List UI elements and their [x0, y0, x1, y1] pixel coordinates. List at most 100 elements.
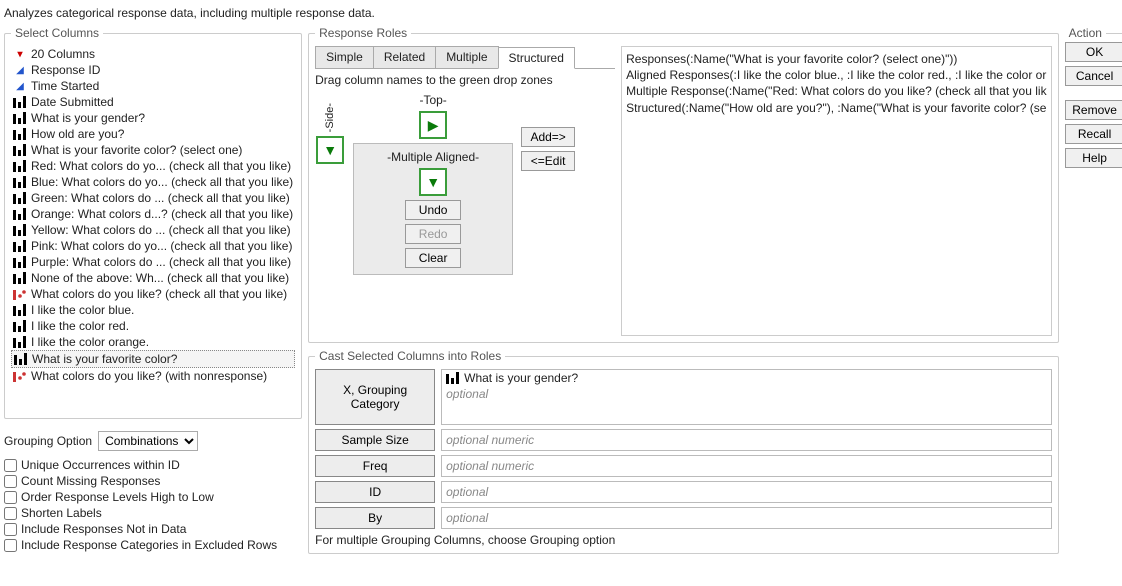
role-placeholder: optional: [446, 511, 488, 525]
undo-button[interactable]: Undo: [405, 200, 461, 220]
option-checkbox[interactable]: [4, 491, 17, 504]
column-item[interactable]: What is your favorite color? (select one…: [11, 142, 295, 158]
multi-response-icon: [13, 370, 27, 382]
action-legend: Action: [1065, 26, 1106, 40]
option-checkbox[interactable]: [4, 475, 17, 488]
option-checkbox-row[interactable]: Count Missing Responses: [4, 473, 302, 489]
option-checkbox-row[interactable]: Include Responses Not in Data: [4, 521, 302, 537]
drop-zone-top[interactable]: ▶: [419, 111, 447, 139]
option-checkbox-row[interactable]: Unique Occurrences within ID: [4, 457, 302, 473]
column-item-label: What colors do you like? (with nonrespon…: [31, 369, 267, 383]
column-item[interactable]: Yellow: What colors do ... (check all th…: [11, 222, 295, 238]
redo-button[interactable]: Redo: [405, 224, 461, 244]
cast-roles-hint: For multiple Grouping Columns, choose Gr…: [315, 533, 1051, 547]
column-item-label: Green: What colors do ... (check all tha…: [31, 191, 290, 205]
help-button[interactable]: Help: [1065, 148, 1122, 168]
tab-multiple[interactable]: Multiple: [435, 46, 498, 68]
grouping-option-select[interactable]: Combinations: [98, 431, 198, 451]
column-item[interactable]: ◢Time Started: [11, 78, 295, 94]
column-item[interactable]: I like the color red.: [11, 318, 295, 334]
column-item[interactable]: Orange: What colors d...? (check all tha…: [11, 206, 295, 222]
drop-zone-side[interactable]: ▼: [316, 136, 344, 164]
column-item[interactable]: Date Submitted: [11, 94, 295, 110]
column-count-row[interactable]: ▾ 20 Columns: [11, 46, 295, 62]
script-line: Multiple Response(:Name("Red: What color…: [626, 83, 1046, 99]
edit-button[interactable]: <=Edit: [521, 151, 575, 171]
x-grouping-box[interactable]: What is your gender? optional: [441, 369, 1051, 425]
role-placeholder: optional: [446, 485, 488, 499]
histogram-icon: [14, 353, 28, 365]
histogram-icon: [13, 176, 27, 188]
option-checkbox-row[interactable]: Include Response Categories in Excluded …: [4, 537, 302, 553]
column-list[interactable]: ◢Response ID◢Time StartedDate SubmittedW…: [11, 62, 295, 412]
column-item[interactable]: What colors do you like? (with nonrespon…: [11, 368, 295, 384]
role-box-sample-size[interactable]: optional numeric: [441, 429, 1051, 451]
role-box-freq[interactable]: optional numeric: [441, 455, 1051, 477]
column-item[interactable]: I like the color blue.: [11, 302, 295, 318]
role-button-freq[interactable]: Freq: [315, 455, 435, 477]
histogram-icon: [13, 320, 27, 332]
tab-related[interactable]: Related: [373, 46, 436, 68]
x-grouping-value: What is your gender?: [464, 371, 578, 385]
clear-button[interactable]: Clear: [405, 248, 461, 268]
response-roles-legend: Response Roles: [315, 26, 411, 40]
recall-button[interactable]: Recall: [1065, 124, 1122, 144]
histogram-icon: [13, 224, 27, 236]
column-item[interactable]: Red: What colors do yo... (check all tha…: [11, 158, 295, 174]
script-preview[interactable]: Responses(:Name("What is your favorite c…: [621, 46, 1051, 336]
x-grouping-placeholder: optional: [446, 387, 488, 401]
histogram-icon: [13, 272, 27, 284]
tab-simple[interactable]: Simple: [315, 46, 374, 68]
role-button-by[interactable]: By: [315, 507, 435, 529]
role-box-by[interactable]: optional: [441, 507, 1051, 529]
script-line: Responses(:Name("What is your favorite c…: [626, 51, 1046, 67]
column-item-label: None of the above: Wh... (check all that…: [31, 271, 289, 285]
add-button[interactable]: Add=>: [521, 127, 575, 147]
role-button-sample-size[interactable]: Sample Size: [315, 429, 435, 451]
histogram-icon: [13, 208, 27, 220]
histogram-icon: [13, 96, 27, 108]
option-checkbox-row[interactable]: Shorten Labels: [4, 505, 302, 521]
column-item-label: What is your favorite color?: [32, 352, 177, 366]
continuous-triangle-icon: ◢: [13, 64, 27, 76]
action-group: Action OK Cancel Remove Recall Help: [1065, 26, 1122, 172]
column-item[interactable]: What colors do you like? (check all that…: [11, 286, 295, 302]
column-item[interactable]: How old are you?: [11, 126, 295, 142]
role-placeholder: optional numeric: [446, 433, 534, 447]
column-item-label: I like the color blue.: [31, 303, 134, 317]
column-item[interactable]: Pink: What colors do yo... (check all th…: [11, 238, 295, 254]
column-item-label: I like the color red.: [31, 319, 129, 333]
drop-zone-multiple-aligned[interactable]: ▼: [419, 168, 447, 196]
option-checkbox[interactable]: [4, 523, 17, 536]
remove-button[interactable]: Remove: [1065, 100, 1122, 120]
column-item[interactable]: None of the above: Wh... (check all that…: [11, 270, 295, 286]
column-item[interactable]: Purple: What colors do ... (check all th…: [11, 254, 295, 270]
option-checkbox[interactable]: [4, 507, 17, 520]
column-item[interactable]: What is your favorite color?: [11, 350, 295, 368]
option-checkbox-label: Order Response Levels High to Low: [21, 490, 214, 504]
option-checkbox-label: Shorten Labels: [21, 506, 102, 520]
multiple-aligned-panel: -Multiple Aligned- ▼ Undo Redo Clear: [353, 143, 513, 275]
tab-structured[interactable]: Structured: [498, 47, 575, 69]
column-item[interactable]: What is your gender?: [11, 110, 295, 126]
column-item[interactable]: I like the color orange.: [11, 334, 295, 350]
column-item[interactable]: Green: What colors do ... (check all tha…: [11, 190, 295, 206]
histogram-icon: [13, 144, 27, 156]
cancel-button[interactable]: Cancel: [1065, 66, 1122, 86]
option-checkbox[interactable]: [4, 539, 17, 552]
ok-button[interactable]: OK: [1065, 42, 1122, 62]
disclosure-triangle-icon[interactable]: ▾: [13, 48, 27, 60]
column-item[interactable]: ◢Response ID: [11, 62, 295, 78]
column-item[interactable]: Blue: What colors do yo... (check all th…: [11, 174, 295, 190]
dropdown-arrow-icon: ▼: [426, 175, 440, 189]
column-item-label: Yellow: What colors do ... (check all th…: [31, 223, 291, 237]
role-button-id[interactable]: ID: [315, 481, 435, 503]
multiple-aligned-label: -Multiple Aligned-: [387, 150, 479, 164]
x-grouping-button[interactable]: X, Grouping Category: [315, 369, 435, 425]
option-checkbox-label: Include Responses Not in Data: [21, 522, 186, 536]
column-count-label: 20 Columns: [31, 47, 95, 61]
histogram-icon: [13, 112, 27, 124]
option-checkbox-row[interactable]: Order Response Levels High to Low: [4, 489, 302, 505]
option-checkbox[interactable]: [4, 459, 17, 472]
role-box-id[interactable]: optional: [441, 481, 1051, 503]
